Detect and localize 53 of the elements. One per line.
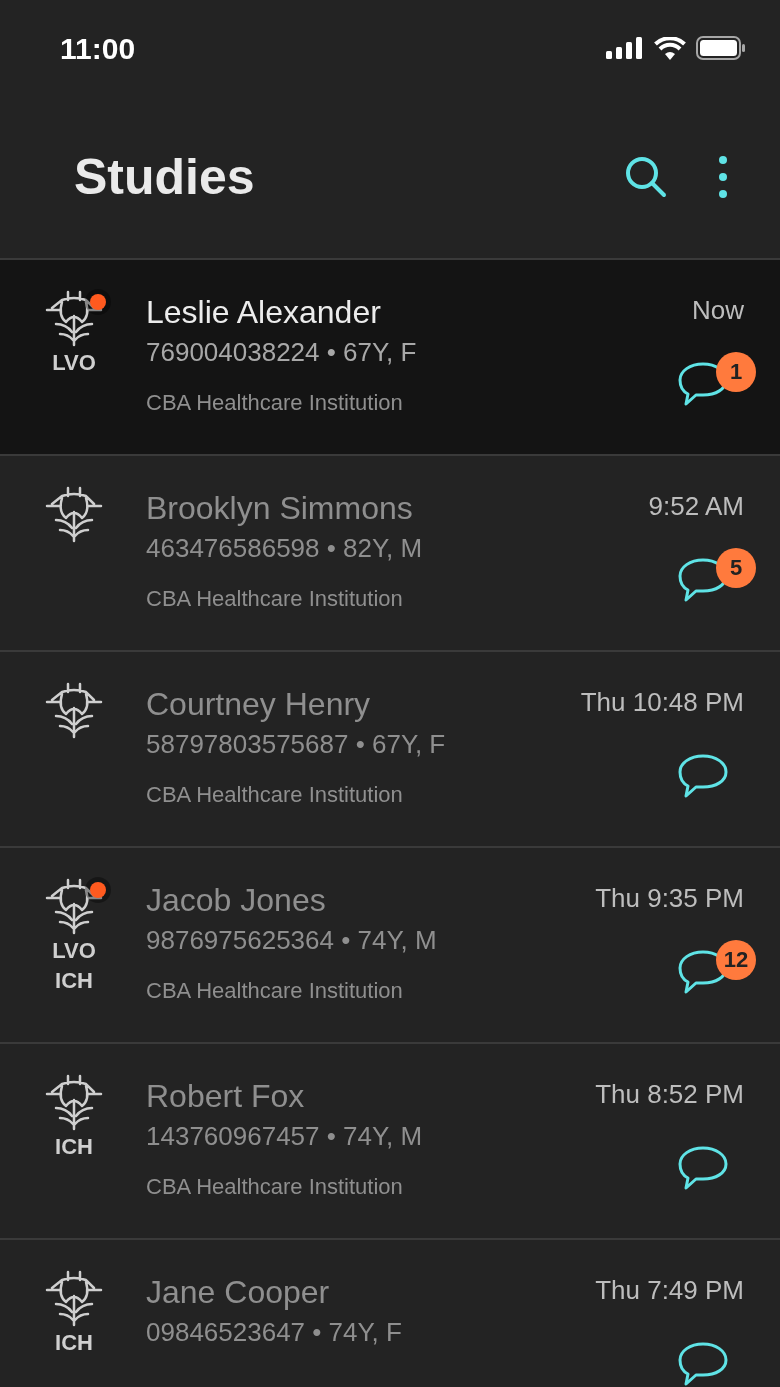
institution-name: CBA Healthcare Institution xyxy=(146,586,404,612)
patient-name: Jacob Jones xyxy=(146,881,327,920)
patient-details: 143760967457 • 74Y, M xyxy=(146,1120,424,1153)
finding-tag: ICH xyxy=(55,1328,93,1358)
institution-name: CBA Healthcare Institution xyxy=(146,1174,404,1200)
study-row[interactable]: Brooklyn Simmons 463476586598 • 82Y, M CBA Healthcare Institution 9:52 AM 5 xyxy=(0,456,780,652)
status-time: 11:00 xyxy=(60,32,136,66)
patient-name: Brooklyn Simmons xyxy=(146,489,414,528)
study-row[interactable]: Courtney Henry 58797803575687 • 67Y, F CBA Healthcare Institution Thu 10:48 PM xyxy=(0,652,780,848)
study-row[interactable]: ICH Robert Fox 143760967457 • 74Y, M CBA Healthcare Institution Thu 8:52 PM xyxy=(0,1044,780,1240)
patient-name: Robert Fox xyxy=(146,1077,306,1116)
patient-details: 9876975625364 • 74Y, M xyxy=(146,924,438,957)
brain-vessel-icon xyxy=(44,682,104,740)
study-row[interactable]: ICH Jane Cooper 09846523647 • 74Y, F Thu 7:49 PM xyxy=(0,1240,780,1387)
study-row[interactable]: LVO ICH Jacob Jones 9876975625364 • 74Y, M CBA Healthcare Institution Thu 9:35 PM 12 xyxy=(0,848,780,1044)
patient-details: 09846523647 • 74Y, F xyxy=(146,1316,403,1349)
signal-icon xyxy=(606,37,644,59)
institution-name: CBA Healthcare Institution xyxy=(146,390,404,416)
patient-name: Jane Cooper xyxy=(146,1273,331,1312)
patient-details: 58797803575687 • 67Y, F xyxy=(146,728,447,761)
patient-name: Courtney Henry xyxy=(146,685,372,724)
brain-vessel-icon xyxy=(44,878,104,936)
finding-tag: LVO xyxy=(52,936,96,966)
finding-tag: ICH xyxy=(55,1132,93,1162)
study-time: 9:52 AM xyxy=(648,490,744,523)
brain-vessel-icon xyxy=(44,290,104,348)
patient-name: Leslie Alexander xyxy=(146,293,382,332)
message-count-badge: 1 xyxy=(716,352,756,392)
patient-details: 463476586598 • 82Y, M xyxy=(146,532,424,565)
study-time: Thu 8:52 PM xyxy=(595,1078,744,1111)
search-icon[interactable] xyxy=(624,155,668,199)
more-options-icon[interactable] xyxy=(718,155,728,199)
study-time: Now xyxy=(692,294,744,327)
study-row[interactable]: LVO Leslie Alexander 769004038224 • 67Y, F CBA Healthcare Institution Now 1 xyxy=(0,260,780,456)
wifi-icon xyxy=(654,36,686,60)
study-time: Thu 10:48 PM xyxy=(580,686,744,719)
message-count-badge: 5 xyxy=(716,548,756,588)
battery-icon xyxy=(696,36,746,60)
chat-button[interactable]: 1 xyxy=(676,352,756,408)
study-time: Thu 9:35 PM xyxy=(595,882,744,915)
chat-button[interactable]: 12 xyxy=(676,940,756,996)
brain-vessel-icon xyxy=(44,486,104,544)
message-count-badge: 12 xyxy=(716,940,756,980)
chat-button[interactable]: 5 xyxy=(676,548,756,604)
brain-vessel-icon xyxy=(44,1074,104,1132)
institution-name: CBA Healthcare Institution xyxy=(146,978,404,1004)
study-time: Thu 7:49 PM xyxy=(595,1274,744,1307)
finding-tag: LVO xyxy=(52,348,96,378)
brain-vessel-icon xyxy=(44,1270,104,1328)
finding-tag: ICH xyxy=(55,966,93,996)
patient-details: 769004038224 • 67Y, F xyxy=(146,336,418,369)
page-title: Studies xyxy=(74,148,255,206)
institution-name: CBA Healthcare Institution xyxy=(146,782,404,808)
